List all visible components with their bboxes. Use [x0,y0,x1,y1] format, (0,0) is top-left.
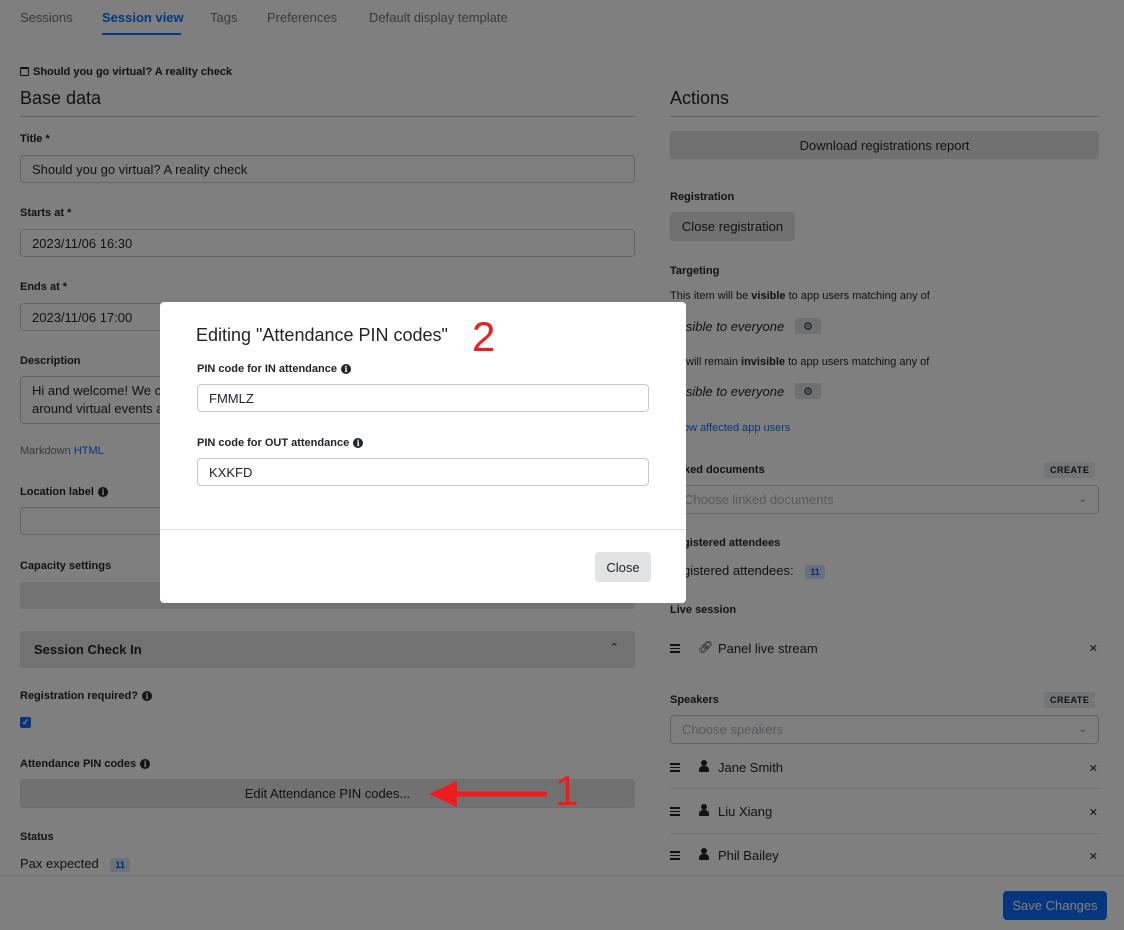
out-pin-input[interactable]: KXKFD [197,458,649,486]
in-pin-label-text: PIN code for IN attendance [197,363,337,375]
in-pin-label: PIN code for IN attendance i [197,363,351,375]
info-icon[interactable]: i [353,438,364,448]
in-pin-input[interactable]: FMMLZ [197,384,649,412]
out-pin-label-text: PIN code for OUT attendance [197,437,350,449]
modal-title: Editing "Attendance PIN codes" [196,325,448,345]
edit-pin-modal: Editing "Attendance PIN codes" PIN code … [160,302,686,603]
annotation-arrow-icon [429,781,548,807]
info-icon[interactable]: i [340,364,351,374]
annotation-number-2: 2 [472,313,496,360]
modal-close-button[interactable]: Close [595,552,651,582]
modal-divider [160,529,686,530]
annotation-number-1: 1 [555,767,579,814]
out-pin-label: PIN code for OUT attendance i [197,437,364,449]
